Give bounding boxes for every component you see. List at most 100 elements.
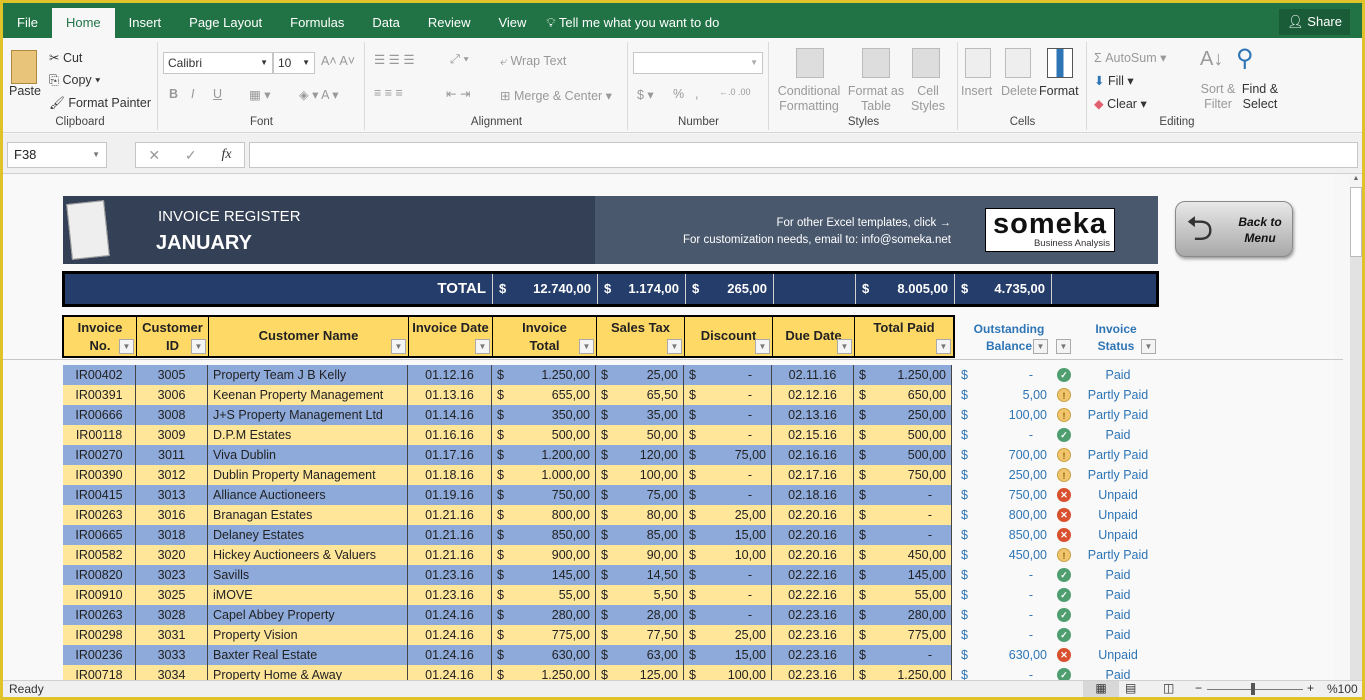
tab-page-layout[interactable]: Page Layout <box>175 8 276 38</box>
cell-id[interactable]: 3018 <box>136 525 208 545</box>
font-name-select[interactable]: Calibri ▼ <box>163 52 273 74</box>
cell-tax[interactable]: $63,00 <box>596 645 684 665</box>
cell-due[interactable]: 02.20.16 <box>772 525 854 545</box>
filter-button[interactable]: ▼ <box>936 339 951 354</box>
table-row[interactable]: IR00666 3008 J+S Property Management Ltd 01… <box>63 405 952 425</box>
cell-paid[interactable]: $ - <box>854 485 952 505</box>
cell-no[interactable]: IR00582 <box>63 545 136 565</box>
cell-no[interactable]: IR00263 <box>63 505 136 525</box>
cell-date[interactable]: 01.23.16 <box>408 585 492 605</box>
cell-id[interactable]: 3028 <box>136 605 208 625</box>
normal-view-icon[interactable]: ▦ <box>1083 681 1119 697</box>
delete-button[interactable]: Delete <box>1001 84 1037 98</box>
cell-disc[interactable]: $ - <box>684 585 772 605</box>
cell-tax[interactable]: $90,00 <box>596 545 684 565</box>
cell-disc[interactable]: $10,00 <box>684 545 772 565</box>
tab-home[interactable]: Home <box>51 8 115 38</box>
table-row[interactable]: IR00415 3013 Alliance Auctioneers 01.19.16 $… <box>63 485 952 505</box>
email-text[interactable]: For customization needs, email to: info@… <box>683 234 951 246</box>
cell-paid[interactable]: $450,00 <box>854 545 952 565</box>
borders-icon[interactable]: ▦ ▾ <box>249 87 271 102</box>
zoom-slider[interactable] <box>1207 689 1303 690</box>
tab-file[interactable]: File <box>3 8 52 38</box>
cell-due[interactable]: 02.15.16 <box>772 425 854 445</box>
cell-disc[interactable]: $ - <box>684 565 772 585</box>
cell-total[interactable]: $145,00 <box>492 565 596 585</box>
cell-no[interactable]: IR00263 <box>63 605 136 625</box>
conditional-formatting-button[interactable]: Conditional Formatting <box>776 84 842 114</box>
cut-button[interactable]: ✂ Cut <box>49 50 82 65</box>
tab-data[interactable]: Data <box>358 8 413 38</box>
cell-date[interactable]: 01.24.16 <box>408 605 492 625</box>
cell-date[interactable]: 01.23.16 <box>408 565 492 585</box>
cell-due[interactable]: 02.23.16 <box>772 625 854 645</box>
cell-paid[interactable]: $ - <box>854 645 952 665</box>
currency-icon[interactable]: $ ▾ <box>637 87 654 102</box>
table-row[interactable]: IR00665 3018 Delaney Estates 01.21.16 $850,0… <box>63 525 952 545</box>
cell-paid[interactable]: $775,00 <box>854 625 952 645</box>
cell-id[interactable]: 3033 <box>136 645 208 665</box>
align-top-icon[interactable]: ☰ ☰ ☰ <box>374 52 415 67</box>
cell-total[interactable]: $655,00 <box>492 385 596 405</box>
scroll-up-icon[interactable]: ▲ <box>1350 175 1362 187</box>
cell-disc[interactable]: $ - <box>684 605 772 625</box>
clear-button[interactable]: ◆ Clear ▾ <box>1094 96 1147 111</box>
cell-name[interactable]: Baxter Real Estate <box>208 645 408 665</box>
align-left-icon[interactable]: ≡ ≡ ≡ <box>374 86 403 100</box>
table-row[interactable]: IR00118 3009 D.P.M Estates 01.16.16 $500,00 $… <box>63 425 952 445</box>
cell-styles-button[interactable]: Cell Styles <box>908 84 948 114</box>
cell-disc[interactable]: $ - <box>684 365 772 385</box>
cell-id[interactable]: 3013 <box>136 485 208 505</box>
cell-due[interactable]: 02.13.16 <box>772 405 854 425</box>
cell-total[interactable]: $750,00 <box>492 485 596 505</box>
cell-due[interactable]: 02.11.16 <box>772 365 854 385</box>
cell-due[interactable]: 02.17.16 <box>772 465 854 485</box>
cell-total[interactable]: $500,00 <box>492 425 596 445</box>
find-select-button[interactable]: Find & Select <box>1238 82 1282 112</box>
cell-name[interactable]: Property Team J B Kelly <box>208 365 408 385</box>
cell-no[interactable]: IR00118 <box>63 425 136 445</box>
filter-button[interactable]: ▼ <box>1141 339 1156 354</box>
bold-button[interactable]: B <box>169 87 178 101</box>
cell-date[interactable]: 01.12.16 <box>408 365 492 385</box>
cell-date[interactable]: 01.14.16 <box>408 405 492 425</box>
cell-no[interactable]: IR00415 <box>63 485 136 505</box>
cell-no[interactable]: IR00391 <box>63 385 136 405</box>
cell-name[interactable]: Dublin Property Management <box>208 465 408 485</box>
sort-filter-button[interactable]: Sort & Filter <box>1198 82 1238 112</box>
filter-button[interactable]: ▼ <box>191 339 206 354</box>
grow-font-button[interactable]: A˄ A˅ <box>321 54 355 68</box>
cell-date[interactable]: 01.16.16 <box>408 425 492 445</box>
cell-id[interactable]: 3012 <box>136 465 208 485</box>
function-icon[interactable]: fx <box>221 147 231 163</box>
cell-name[interactable]: Property Vision <box>208 625 408 645</box>
cell-id[interactable]: 3006 <box>136 385 208 405</box>
cell-date[interactable]: 01.21.16 <box>408 505 492 525</box>
cell-name[interactable]: Keenan Property Management <box>208 385 408 405</box>
format-painter-button[interactable]: 🖌︎ Format Painter <box>49 96 151 111</box>
cell-id[interactable]: 3009 <box>136 425 208 445</box>
worksheet[interactable]: INVOICE REGISTER JANUARY For other Excel… <box>3 175 1343 685</box>
filter-button[interactable]: ▼ <box>1033 339 1048 354</box>
cell-disc[interactable]: $ - <box>684 485 772 505</box>
cell-name[interactable]: Branagan Estates <box>208 505 408 525</box>
cell-paid[interactable]: $ - <box>854 505 952 525</box>
cell-tax[interactable]: $25,00 <box>596 365 684 385</box>
cell-name[interactable]: Capel Abbey Property <box>208 605 408 625</box>
cell-no[interactable]: IR00402 <box>63 365 136 385</box>
cell-no[interactable]: IR00390 <box>63 465 136 485</box>
cell-tax[interactable]: $77,50 <box>596 625 684 645</box>
cell-disc[interactable]: $15,00 <box>684 525 772 545</box>
cell-disc[interactable]: $ - <box>684 385 772 405</box>
cell-disc[interactable]: $ - <box>684 425 772 445</box>
enter-icon[interactable]: ✓ <box>185 147 197 164</box>
templates-link[interactable]: For other Excel templates, click → <box>777 217 951 229</box>
cell-due[interactable]: 02.23.16 <box>772 605 854 625</box>
cell-total[interactable]: $775,00 <box>492 625 596 645</box>
table-row[interactable]: IR00910 3025 iMOVE 01.23.16 $55,00 $5,50 $ -02.… <box>63 585 952 605</box>
cell-no[interactable]: IR00236 <box>63 645 136 665</box>
table-row[interactable]: IR00263 3028 Capel Abbey Property 01.24.16 $… <box>63 605 952 625</box>
cell-date[interactable]: 01.24.16 <box>408 625 492 645</box>
cell-id[interactable]: 3011 <box>136 445 208 465</box>
cell-total[interactable]: $900,00 <box>492 545 596 565</box>
